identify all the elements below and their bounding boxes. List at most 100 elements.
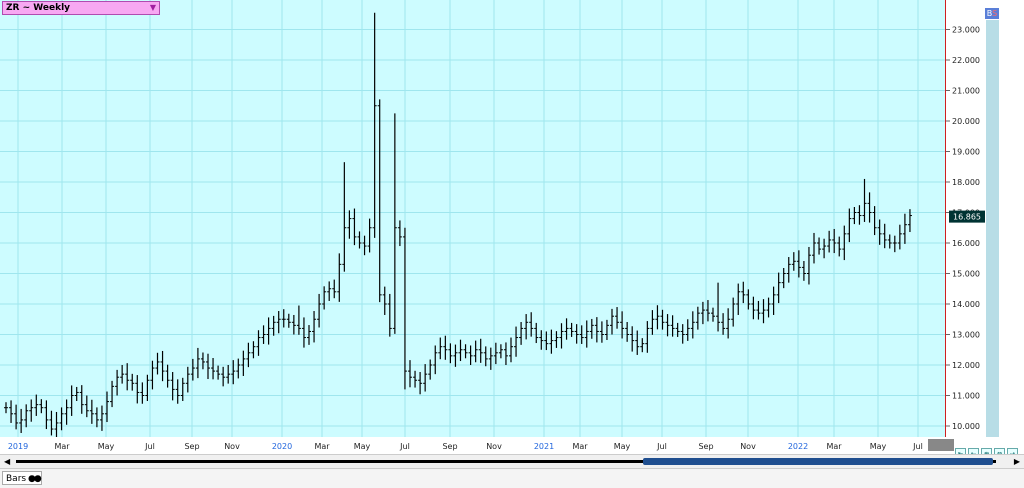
ohlc-bar	[751, 296, 756, 320]
price-tick-label: 15.000	[952, 270, 980, 279]
time-tick-label: Nov	[486, 442, 502, 451]
price-axis-labels: 10.000 11.000 12.000 13.000 14.000 15.000 16.0…	[946, 26, 985, 431]
ohlc-bar	[776, 272, 781, 304]
ohlc-bar	[443, 335, 448, 360]
ohlc-bar	[887, 234, 892, 249]
chart-nav-buttons: ⇤⇠⇹⇔⇢⇥	[955, 440, 1024, 478]
ohlc-bar	[39, 399, 44, 414]
ohlc-bar	[49, 410, 54, 436]
ohlc-bar	[529, 312, 534, 337]
ohlc-bar	[448, 343, 453, 364]
ohlc-bar	[630, 326, 635, 352]
ohlc-bar	[367, 218, 372, 253]
price-tick-label: 23.000	[952, 26, 980, 35]
ohlc-bar	[857, 205, 862, 225]
scroll-right-icon[interactable]: ▶	[1014, 457, 1020, 466]
ohlc-bar	[322, 286, 327, 310]
ohlc-bar	[312, 311, 317, 343]
ohlc-bar	[781, 268, 786, 289]
chevron-down-icon[interactable]: ▼	[150, 2, 156, 14]
ohlc-bar	[711, 307, 715, 322]
ohlc-bar	[327, 281, 332, 301]
ohlc-bar	[413, 370, 418, 388]
buy-sell-button[interactable]: BS	[985, 8, 999, 19]
ohlc-bar	[801, 260, 806, 281]
ohlc-bar	[291, 314, 296, 335]
ohlc-bar	[610, 308, 614, 335]
ohlc-bar	[120, 365, 125, 384]
scroll-thumb[interactable]	[643, 458, 993, 465]
ohlc-bar	[574, 324, 579, 344]
ohlc-bar	[892, 235, 897, 253]
ohlc-bar	[438, 337, 443, 360]
ohlc-bar	[135, 375, 140, 404]
ohlc-bar	[640, 338, 645, 353]
scroll-left-icon[interactable]: ◀	[4, 457, 10, 466]
price-axis: 10.000 11.000 12.000 13.000 14.000 15.000 16.0…	[945, 0, 986, 437]
ohlc-bar	[483, 346, 488, 367]
time-tick-label: Jul	[912, 442, 923, 451]
ohlc-bar	[392, 113, 397, 334]
price-tick-label: 19.000	[952, 148, 980, 157]
ohlc-bar	[59, 407, 64, 431]
ohlc-bar	[746, 289, 751, 310]
bars-tab[interactable]: Bars ●●	[2, 471, 42, 485]
time-tick-label: 2021	[534, 442, 554, 451]
ohlc-bar	[791, 252, 796, 271]
ohlc-bar	[140, 382, 145, 404]
ohlc-bar	[226, 365, 231, 384]
ohlc-bar	[221, 366, 226, 387]
ohlc-bar	[266, 317, 271, 345]
ohlc-bar	[847, 208, 852, 243]
ohlc-bar	[4, 402, 8, 414]
ohlc-bar	[473, 340, 478, 363]
ohlc-bar	[387, 293, 392, 337]
time-tick-label: Jul	[399, 442, 410, 451]
ohlc-bar	[705, 300, 710, 322]
ohlc-bar	[372, 12, 377, 238]
ohlc-bar	[79, 385, 84, 414]
ohlc-bar	[115, 369, 120, 396]
ohlc-bar	[180, 377, 185, 401]
ohlc-bar	[559, 323, 564, 349]
horizontal-scrollbar[interactable]: ◀ ▶	[0, 454, 1024, 468]
time-tick-label: 2020	[272, 442, 292, 451]
ohlc-bar	[786, 257, 791, 283]
ohlc-bar	[731, 297, 736, 327]
ohlc-bar	[726, 308, 731, 339]
time-tick-label: Nov	[224, 442, 240, 451]
ohlc-bar	[509, 337, 513, 363]
ohlc-bar	[423, 364, 428, 392]
ohlc-bar	[19, 408, 24, 434]
ohlc-bar	[524, 314, 529, 340]
symbol-selector[interactable]: ZR ~ Weekly ▼	[2, 1, 160, 15]
ohlc-bar	[852, 207, 857, 225]
chart-plot-area[interactable]	[0, 0, 945, 440]
ohlc-bar	[89, 399, 94, 424]
ohlc-bar	[650, 310, 655, 335]
time-tick-label: Nov	[740, 442, 756, 451]
time-tick-label: Jul	[144, 442, 155, 451]
ohlc-bar	[670, 315, 675, 337]
ohlc-bar	[382, 286, 387, 315]
time-tick-label: May	[870, 442, 887, 451]
ohlc-bar	[549, 329, 554, 354]
right-scroll-strip[interactable]	[986, 20, 999, 437]
ohlc-bar	[332, 279, 337, 299]
ohlc-bar	[625, 321, 630, 342]
ohlc-bar	[488, 347, 493, 370]
ohlc-bar	[44, 400, 49, 430]
ohlc-bar	[872, 206, 877, 236]
ohlc-bar	[130, 373, 135, 391]
ohlc-bar	[54, 411, 59, 440]
ohlc-bar	[554, 331, 559, 348]
ohlc-bar	[680, 324, 685, 344]
ohlc-bar	[110, 380, 115, 408]
ohlc-bar	[34, 394, 39, 416]
ohlc-bar	[685, 319, 690, 341]
ohlc-bar	[317, 293, 322, 328]
ohlc-bar	[655, 305, 660, 330]
glasses-icon: ●●	[28, 474, 42, 484]
ohlc-bar	[771, 286, 776, 315]
symbol-selector-label: ZR ~ Weekly	[6, 3, 71, 13]
